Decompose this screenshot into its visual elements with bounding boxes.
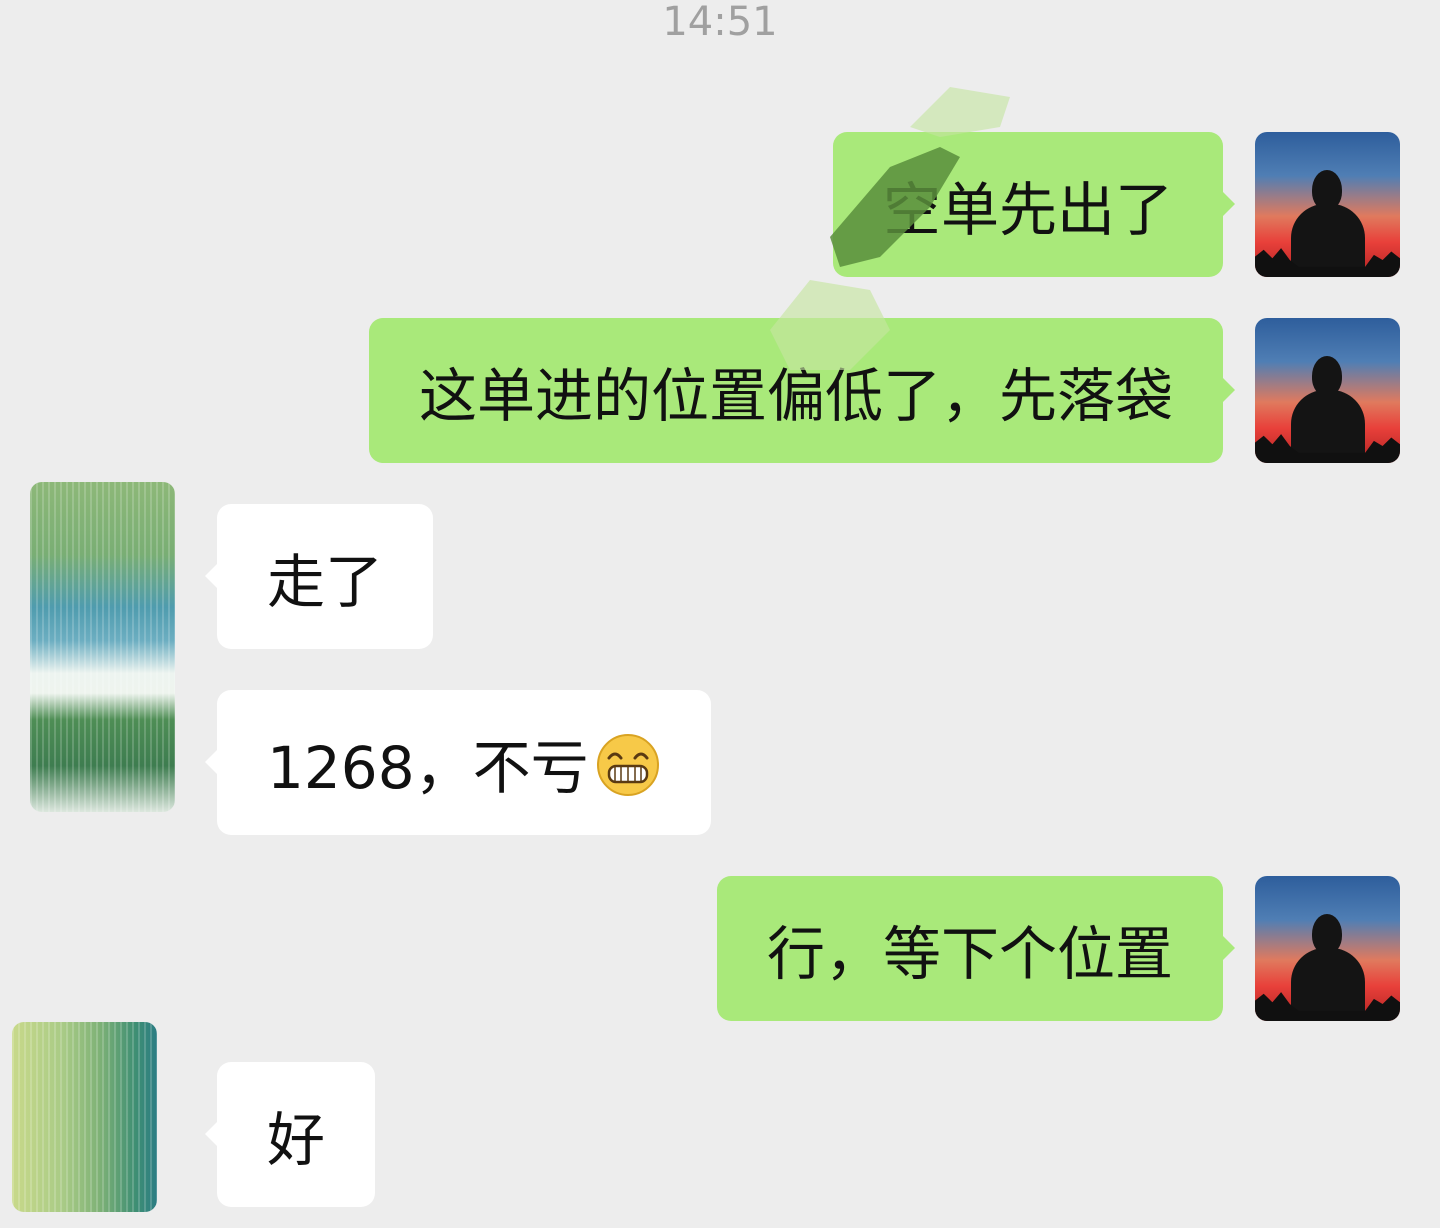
message-bubble-received[interactable]: 好 (204, 1062, 376, 1207)
message-row: 空单先出了 (0, 87, 1440, 278)
message-text: 走了 (267, 547, 384, 616)
message-timestamp: 14:51 (662, 0, 778, 45)
grinning-face-emoji (596, 733, 659, 796)
message-bubble-received[interactable]: 走了 (204, 504, 434, 649)
message-row: 这单进的位置偏低了，先落袋 (0, 280, 1440, 464)
message-text: 好 (267, 1105, 326, 1174)
message-bubble-received[interactable]: 1268，不亏 (205, 690, 711, 835)
message-text: 行，等下个位置 (766, 919, 1173, 988)
self-avatar[interactable] (1255, 132, 1400, 277)
self-avatar[interactable] (1255, 876, 1400, 1021)
message-row: 走了 (0, 482, 1440, 812)
self-avatar[interactable] (1255, 318, 1400, 463)
message-bubble-sent[interactable]: 空单先出了 (832, 132, 1236, 277)
message-text: 空单先出了 (882, 175, 1173, 244)
message-row: 好 (0, 1022, 1440, 1212)
message-text: 这单进的位置偏低了，先落袋 (418, 361, 1173, 430)
message-row: 行，等下个位置 (0, 876, 1440, 1022)
contact-avatar[interactable] (12, 1022, 157, 1212)
message-text: 1268，不亏 (267, 733, 589, 802)
message-bubble-sent[interactable]: 行，等下个位置 (716, 876, 1236, 1021)
message-bubble-sent[interactable]: 这单进的位置偏低了，先落袋 (368, 318, 1236, 463)
message-row: 1268，不亏 (0, 690, 1440, 836)
